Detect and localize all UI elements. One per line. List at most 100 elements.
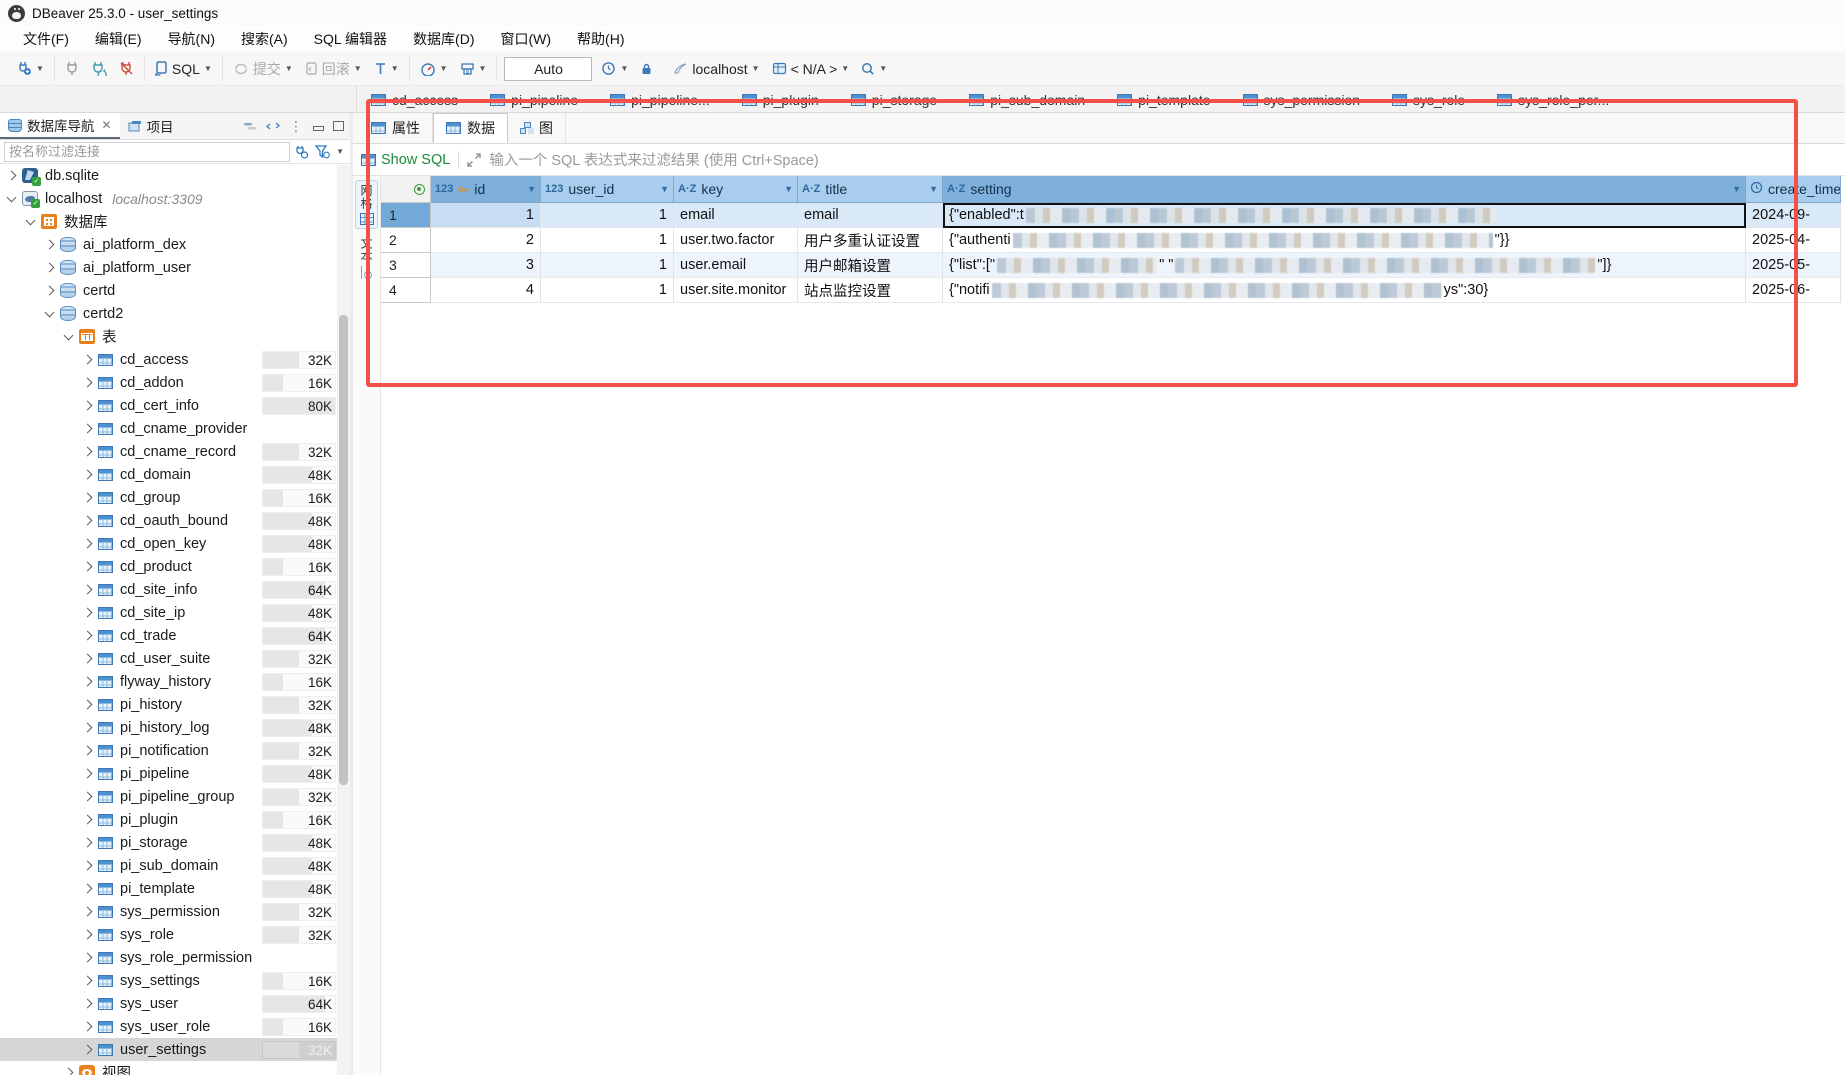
editor-tab[interactable]: cd_access bbox=[357, 87, 476, 112]
menu-item[interactable]: 文件(F) bbox=[10, 27, 82, 51]
column-header-user_id[interactable]: 123user_id▼ bbox=[541, 176, 674, 203]
expander-icon[interactable] bbox=[64, 330, 74, 340]
column-header-create_time[interactable]: create_time▼ bbox=[1746, 176, 1841, 203]
filter-caret-icon[interactable]: ▼ bbox=[660, 184, 669, 194]
tree-item-sys_role_permission[interactable]: sys_role_permission bbox=[0, 946, 350, 969]
filter-caret-icon[interactable]: ▼ bbox=[1732, 184, 1741, 194]
tree-item-cd_group[interactable]: cd_group16K bbox=[0, 486, 350, 509]
editor-tab[interactable]: sys_role bbox=[1378, 87, 1483, 112]
grid-corner-cell[interactable] bbox=[381, 176, 431, 203]
expander-icon[interactable] bbox=[83, 815, 93, 825]
close-icon[interactable]: ✕ bbox=[102, 118, 112, 132]
maximize-panel-icon[interactable] bbox=[333, 121, 344, 131]
editor-tab[interactable]: pi_plugin bbox=[728, 87, 837, 112]
tree-item-sys_permission[interactable]: sys_permission32K bbox=[0, 900, 350, 923]
row-number-cell[interactable]: 2 bbox=[381, 228, 431, 253]
sidebar-scrollbar[interactable] bbox=[337, 165, 350, 1075]
tree-item-pi_notification[interactable]: pi_notification32K bbox=[0, 739, 350, 762]
result-tab-数据[interactable]: 数据 bbox=[433, 113, 508, 143]
column-header-id[interactable]: 123id▼ bbox=[431, 176, 541, 203]
tree-item-sys_user_role[interactable]: sys_user_role16K bbox=[0, 1015, 350, 1038]
tree-item-sys_role[interactable]: sys_role32K bbox=[0, 923, 350, 946]
cell-id[interactable]: 2 bbox=[431, 228, 541, 253]
expander-icon[interactable] bbox=[83, 424, 93, 434]
tree-item-sys_settings[interactable]: sys_settings16K bbox=[0, 969, 350, 992]
link-editor-icon[interactable] bbox=[266, 120, 280, 132]
cell-key[interactable]: email bbox=[674, 203, 798, 228]
expander-icon[interactable] bbox=[83, 516, 93, 526]
cell-title[interactable]: email bbox=[798, 203, 943, 228]
new-connection-button[interactable]: ▼ bbox=[13, 59, 47, 78]
cell-user_id[interactable]: 1 bbox=[541, 278, 674, 303]
cell-key[interactable]: user.site.monitor bbox=[674, 278, 798, 303]
tree-item-certd[interactable]: certd bbox=[0, 279, 350, 302]
show-sql-button[interactable]: Show SQL bbox=[361, 152, 450, 168]
expander-icon[interactable] bbox=[26, 215, 36, 225]
expander-icon[interactable] bbox=[83, 700, 93, 710]
expander-icon[interactable] bbox=[83, 861, 93, 871]
tree-item-db.sqlite[interactable]: db.sqlite bbox=[0, 164, 350, 187]
tree-item-cd_product[interactable]: cd_product16K bbox=[0, 555, 350, 578]
cell-setting[interactable]: {"enabled":t bbox=[943, 203, 1746, 228]
tree-item-cd_access[interactable]: cd_access32K bbox=[0, 348, 350, 371]
tree-item-certd2[interactable]: certd2 bbox=[0, 302, 350, 325]
cell-create_time[interactable]: 2025-04- bbox=[1746, 228, 1841, 253]
tree-item-flyway_history[interactable]: flyway_history16K bbox=[0, 670, 350, 693]
editor-tab[interactable]: pi_pipeline bbox=[476, 87, 596, 112]
cell-create_time[interactable]: 2024-09- bbox=[1746, 203, 1841, 228]
tree-item-cd_site_ip[interactable]: cd_site_ip48K bbox=[0, 601, 350, 624]
expander-icon[interactable] bbox=[83, 907, 93, 917]
expander-icon[interactable] bbox=[83, 470, 93, 480]
expander-icon[interactable] bbox=[83, 999, 93, 1009]
menu-item[interactable]: 数据库(D) bbox=[400, 27, 487, 51]
expander-icon[interactable] bbox=[7, 192, 17, 202]
minimize-panel-icon[interactable] bbox=[313, 126, 324, 131]
cell-setting[interactable]: {"list":["" ""]} bbox=[943, 253, 1746, 278]
expander-icon[interactable] bbox=[45, 240, 55, 250]
performance-button[interactable]: ▼ bbox=[417, 60, 451, 78]
tree-item-ai_platform_user[interactable]: ai_platform_user bbox=[0, 256, 350, 279]
cell-create_time[interactable]: 2025-06- bbox=[1746, 278, 1841, 303]
column-header-key[interactable]: A·Zkey▼ bbox=[674, 176, 798, 203]
tree-item-cd_cname_record[interactable]: cd_cname_record32K bbox=[0, 440, 350, 463]
expander-icon[interactable] bbox=[83, 447, 93, 457]
tree-item-sys_user[interactable]: sys_user64K bbox=[0, 992, 350, 1015]
expander-icon[interactable] bbox=[83, 930, 93, 940]
expander-icon[interactable] bbox=[83, 562, 93, 572]
result-tab-属性[interactable]: 属性 bbox=[359, 113, 433, 143]
tree-item-表[interactable]: 表 bbox=[0, 325, 350, 348]
expander-icon[interactable] bbox=[83, 884, 93, 894]
menu-item[interactable]: 帮助(H) bbox=[564, 27, 637, 51]
tab-database-navigator[interactable]: 数据库导航 ✕ bbox=[0, 113, 120, 139]
tree-item-cd_user_suite[interactable]: cd_user_suite32K bbox=[0, 647, 350, 670]
cell-key[interactable]: user.two.factor bbox=[674, 228, 798, 253]
active-connection-selector[interactable]: localhost ▼ bbox=[670, 59, 762, 79]
cell-title[interactable]: 站点监控设置 bbox=[798, 278, 943, 303]
expander-icon[interactable] bbox=[83, 677, 93, 687]
expander-icon[interactable] bbox=[83, 378, 93, 388]
cell-id[interactable]: 4 bbox=[431, 278, 541, 303]
menu-item[interactable]: 搜索(A) bbox=[228, 27, 301, 51]
expander-icon[interactable] bbox=[83, 654, 93, 664]
expander-icon[interactable] bbox=[83, 792, 93, 802]
expander-icon[interactable] bbox=[45, 263, 55, 273]
lock-button[interactable] bbox=[637, 60, 656, 78]
tree-item-cd_oauth_bound[interactable]: cd_oauth_bound48K bbox=[0, 509, 350, 532]
text-presentation-button[interactable]: 文本 bbox=[355, 233, 378, 283]
view-menu-icon[interactable]: ⋮ bbox=[289, 118, 304, 135]
tree-item-user_settings[interactable]: user_settings32K bbox=[0, 1038, 350, 1061]
expander-icon[interactable] bbox=[83, 401, 93, 411]
menu-item[interactable]: 编辑(E) bbox=[82, 27, 155, 51]
tab-projects[interactable]: 项目 bbox=[120, 113, 182, 139]
expander-icon[interactable] bbox=[83, 493, 93, 503]
editor-tab[interactable]: sys_permission bbox=[1229, 87, 1378, 112]
tree-item-cd_trade[interactable]: cd_trade64K bbox=[0, 624, 350, 647]
tree-item-数据库[interactable]: 数据库 bbox=[0, 210, 350, 233]
expander-icon[interactable] bbox=[83, 838, 93, 848]
tree-item-pi_history_log[interactable]: pi_history_log48K bbox=[0, 716, 350, 739]
menu-item[interactable]: SQL 编辑器 bbox=[301, 27, 400, 51]
editor-tab[interactable]: pi_storage bbox=[837, 87, 955, 112]
expander-icon[interactable] bbox=[83, 1045, 93, 1055]
search-button[interactable]: ▼ bbox=[858, 60, 890, 78]
tree-item-pi_storage[interactable]: pi_storage48K bbox=[0, 831, 350, 854]
